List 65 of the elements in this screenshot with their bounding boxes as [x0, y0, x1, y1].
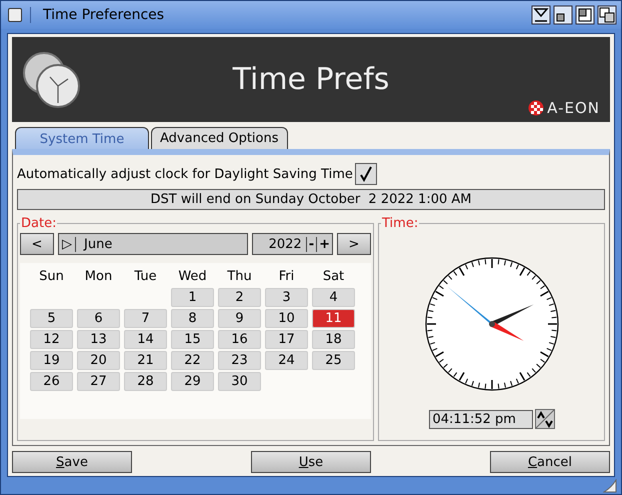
brand-logo: A-EON [547, 99, 600, 117]
group-label: Time: [381, 216, 420, 231]
previous-button[interactable]: < [20, 233, 54, 255]
weekday-label: Tue [133, 269, 158, 286]
day-button[interactable]: 4 [312, 288, 355, 307]
status-text: DST will end on Sunday October 2 2022 1:00 AM [17, 189, 605, 210]
day-button[interactable]: 7 [124, 309, 167, 328]
spinner-icon[interactable] [534, 409, 554, 429]
ball-icon [528, 100, 544, 116]
day-button[interactable]: 5 [30, 309, 73, 328]
day-button[interactable]: 6 [77, 309, 120, 328]
weekday-label: Mon [84, 269, 114, 286]
day-button[interactable]: 29 [171, 372, 214, 391]
depth-icon[interactable] [597, 5, 617, 25]
next-button[interactable]: > [337, 233, 371, 255]
weekday-label: Fri [278, 269, 296, 286]
day-button[interactable]: 20 [77, 351, 120, 370]
day-button[interactable]: 15 [171, 330, 214, 349]
action-button[interactable]: Save [12, 451, 132, 473]
weekday-label: Thu [226, 269, 253, 286]
checkbox[interactable] [354, 163, 377, 185]
day-button[interactable]: 26 [30, 372, 73, 391]
resize-icon[interactable] [603, 478, 617, 492]
group-label: Date: [20, 216, 58, 231]
day-button[interactable]: 19 [30, 351, 73, 370]
day-button[interactable]: 9 [218, 309, 261, 328]
day-button[interactable]: 8 [171, 309, 214, 328]
close-button[interactable] [8, 8, 22, 22]
weekday-label: Sun [38, 269, 65, 286]
day-button[interactable]: 3 [265, 288, 308, 307]
day-button[interactable]: 16 [218, 330, 261, 349]
time-field[interactable]: 04:11:52 pm [428, 410, 532, 428]
weekday-label: Wed [177, 269, 208, 286]
day-button[interactable]: 17 [265, 330, 308, 349]
clocks-icon [22, 50, 82, 108]
day-button[interactable]: 10 [265, 309, 308, 328]
iconify-icon[interactable] [531, 5, 551, 25]
day-button[interactable]: 28 [124, 372, 167, 391]
day-button[interactable]: 25 [312, 351, 355, 370]
day-button[interactable]: 30 [218, 372, 261, 391]
month-selector[interactable]: ▷ June [58, 233, 248, 255]
minimize-icon[interactable] [553, 5, 573, 25]
banner-title: Time Prefs [232, 62, 390, 97]
day-button[interactable]: 22 [171, 351, 214, 370]
day-button[interactable]: 12 [30, 330, 73, 349]
clock-face-icon [424, 257, 558, 391]
checkbox-label: Automatically adjust clock for Daylight Saving Time [17, 166, 353, 182]
year-field[interactable]: 2022 - + [252, 233, 333, 255]
day-button[interactable]: 24 [265, 351, 308, 370]
action-button[interactable]: Use [251, 451, 371, 473]
day-button[interactable]: 27 [77, 372, 120, 391]
day-button[interactable]: 1 [171, 288, 214, 307]
tab[interactable]: Advanced Options [151, 127, 288, 149]
day-button[interactable]: 23 [218, 351, 261, 370]
window-title: Time Preferences [30, 7, 523, 23]
weekday-label: Sat [322, 269, 346, 286]
maximize-icon[interactable] [575, 5, 595, 25]
action-button[interactable]: Cancel [490, 451, 610, 473]
day-button[interactable]: 2 [218, 288, 261, 307]
day-button[interactable]: 13 [77, 330, 120, 349]
day-button[interactable]: 11 [312, 309, 355, 328]
day-button[interactable]: 18 [312, 330, 355, 349]
tab[interactable]: System Time [15, 127, 149, 149]
day-button[interactable]: 14 [124, 330, 167, 349]
day-button[interactable]: 21 [124, 351, 167, 370]
